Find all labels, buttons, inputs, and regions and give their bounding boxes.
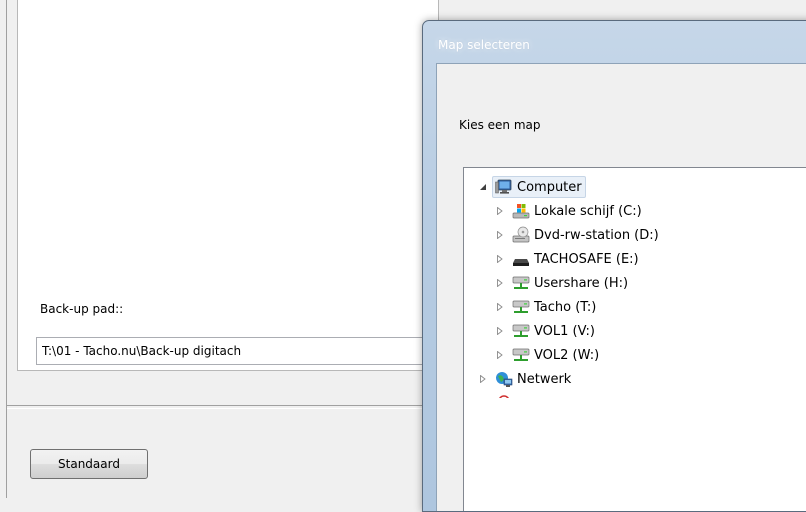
tree-item-label: Dvd-rw-station (D:) <box>534 227 659 243</box>
network-drive-icon <box>512 346 530 364</box>
window-edge <box>6 0 7 498</box>
network-icon <box>495 370 513 388</box>
partial-tree-item <box>497 392 511 398</box>
tree-item-label: Computer <box>517 179 582 195</box>
dialog-instruction: Kies een map <box>459 118 541 132</box>
collapsed-arrow-icon[interactable] <box>495 326 505 336</box>
dvd-drive-icon <box>512 226 530 244</box>
local-disk-icon <box>512 202 530 220</box>
select-folder-dialog: Map selecteren Kies een map Computer Lok… <box>422 20 806 512</box>
collapsed-arrow-icon[interactable] <box>495 302 505 312</box>
tree-item-drive-d[interactable]: Dvd-rw-station (D:) <box>495 223 663 247</box>
collapsed-arrow-icon[interactable] <box>478 374 488 384</box>
folder-tree[interactable]: Computer Lokale schijf (C:) Dvd-rw-stati… <box>463 167 806 511</box>
tree-item-label: Netwerk <box>517 371 572 387</box>
tree-item-drive-h[interactable]: Usershare (H:) <box>495 271 632 295</box>
network-drive-icon <box>512 298 530 316</box>
network-drive-icon <box>512 322 530 340</box>
tree-item-label: VOL2 (W:) <box>534 347 600 363</box>
backup-path-input[interactable] <box>36 337 436 365</box>
tree-item-network[interactable]: Netwerk <box>478 367 575 391</box>
tree-item-label: Usershare (H:) <box>534 275 629 291</box>
collapsed-arrow-icon[interactable] <box>495 278 505 288</box>
collapsed-arrow-icon[interactable] <box>495 230 505 240</box>
standard-button[interactable]: Standaard <box>30 449 148 479</box>
expanded-arrow-icon[interactable] <box>478 182 488 192</box>
tree-item-label: TACHOSAFE (E:) <box>534 251 639 267</box>
tree-item-label: Tacho (T:) <box>534 299 597 315</box>
tree-item-drive-v[interactable]: VOL1 (V:) <box>495 319 599 343</box>
dialog-title: Map selecteren <box>438 38 530 52</box>
tree-item-drive-t[interactable]: Tacho (T:) <box>495 295 600 319</box>
removable-drive-icon <box>512 250 530 268</box>
tree-item-drive-e[interactable]: TACHOSAFE (E:) <box>495 247 643 271</box>
collapsed-arrow-icon[interactable] <box>495 206 505 216</box>
tree-item-drive-c[interactable]: Lokale schijf (C:) <box>495 199 646 223</box>
tree-item-drive-w[interactable]: VOL2 (W:) <box>495 343 603 367</box>
network-drive-icon <box>512 274 530 292</box>
collapsed-arrow-icon[interactable] <box>495 350 505 360</box>
collapsed-arrow-icon[interactable] <box>495 254 505 264</box>
computer-icon <box>495 178 513 196</box>
tree-item-label: Lokale schijf (C:) <box>534 203 642 219</box>
tree-item-label: VOL1 (V:) <box>534 323 595 339</box>
tree-item-computer[interactable]: Computer <box>478 175 586 199</box>
separator <box>7 405 427 409</box>
backup-path-label: Back-up pad:: <box>40 302 124 316</box>
dialog-client-area: Kies een map Computer Lokale schijf (C:)… <box>436 63 806 511</box>
